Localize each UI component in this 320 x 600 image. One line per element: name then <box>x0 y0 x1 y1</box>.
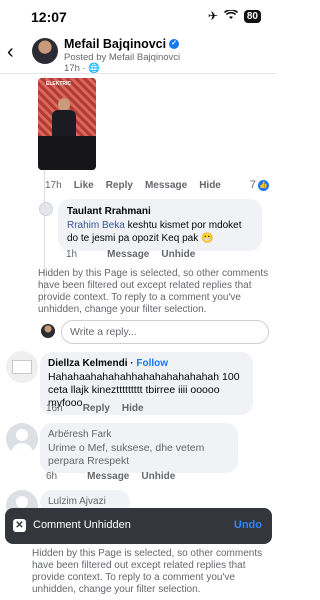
comment-unhidden-toast: ✕ Comment Unhidden Undo <box>5 508 272 544</box>
comment-text: Rrahim Beka keshtu kismet por mdoket do … <box>67 219 253 245</box>
unhide-button[interactable]: Unhide <box>141 471 175 482</box>
commenter-name[interactable]: Lulzim Ajvazi <box>48 495 122 508</box>
filter-notice: Hidden by this Page is selected, so othe… <box>38 268 269 315</box>
comment-actions: 16h Reply Hide <box>46 403 144 414</box>
page-title[interactable]: Mefail Bajqinovci <box>64 37 166 51</box>
status-time: 12:07 <box>31 9 67 25</box>
avatar[interactable] <box>6 351 38 383</box>
posted-by-text: Posted by Mefail Bajqinovci <box>64 52 181 63</box>
reply-button[interactable]: Reply <box>106 180 133 191</box>
comment-actions: 6h Message Unhide <box>46 471 175 482</box>
reply-button[interactable]: Reply <box>83 403 110 414</box>
commenter-name-row: Diellza Kelmendi · Follow <box>48 357 245 370</box>
message-button[interactable]: Message <box>145 180 187 191</box>
comment-body: Urime o Mef, suksese, dhe vetem perpara … <box>48 442 205 467</box>
reply-time: 1h <box>66 249 78 260</box>
avatar[interactable] <box>39 202 53 216</box>
airplane-icon: ✈ <box>207 9 218 23</box>
photo-comment-actions: 17h Like Reply Message Hide <box>45 180 221 191</box>
globe-icon: 🌐 <box>88 63 101 74</box>
page-title-row[interactable]: Mefail Bajqinovci ✓ <box>64 37 180 51</box>
comment-time: 6h <box>46 471 58 482</box>
message-button[interactable]: Message <box>87 471 129 482</box>
avatar[interactable] <box>6 423 38 455</box>
reply-bubble-taulant: Taulant Rrahmani Rrahim Beka keshtu kism… <box>58 199 262 251</box>
hide-button[interactable]: Hide <box>199 180 221 191</box>
undo-button[interactable]: Undo <box>234 519 262 531</box>
post-meta: 17h · 🌐 <box>64 63 100 74</box>
photo-caption: ELEKTRIC <box>46 81 71 87</box>
mention-link[interactable]: Rrahim Beka <box>67 220 125 231</box>
page-avatar[interactable] <box>32 38 58 64</box>
post-time: 17h · <box>64 63 89 74</box>
commenter-name[interactable]: Diellza Kelmendi <box>48 358 127 369</box>
reaction-count-number: 7 <box>249 179 256 191</box>
post-header: ‹ Mefail Bajqinovci ✓ Posted by Mefail B… <box>0 34 277 74</box>
avatar <box>41 324 55 338</box>
avatar-image <box>12 360 32 374</box>
photo-lower-area <box>38 136 96 170</box>
filter-notice: Hidden by this Page is selected, so othe… <box>32 548 263 595</box>
message-button[interactable]: Message <box>107 249 149 260</box>
reply-actions: 1h Message Unhide <box>66 249 195 260</box>
reaction-count[interactable]: 7 👍 <box>250 179 269 191</box>
comment-photo[interactable]: ELEKTRIC <box>38 78 96 170</box>
hide-button[interactable]: Hide <box>122 403 144 414</box>
wifi-icon <box>223 9 238 23</box>
unhide-icon: ✕ <box>13 519 26 532</box>
verified-badge-icon: ✓ <box>169 39 180 49</box>
comment-bubble-arberesh: Arbëresh Fark Urime o Mef, suksese, dhe … <box>40 423 238 473</box>
toast-message: Comment Unhidden <box>33 519 131 531</box>
back-arrow-icon[interactable]: ‹ <box>7 42 23 62</box>
commenter-name[interactable]: Taulant Rrahmani <box>67 205 253 218</box>
like-reaction-icon: 👍 <box>258 179 269 191</box>
unhide-button[interactable]: Unhide <box>161 249 195 260</box>
reply-input[interactable] <box>61 320 269 344</box>
like-button[interactable]: Like <box>74 180 94 191</box>
comment-time: 16h <box>46 403 63 414</box>
battery-indicator: 80 <box>243 9 261 23</box>
follow-button[interactable]: Follow <box>136 358 168 369</box>
status-bar: 12:07 ✈ 80 <box>0 0 277 34</box>
status-icons: ✈ 80 <box>208 9 261 23</box>
comment-time: 17h <box>45 180 62 191</box>
commenter-name[interactable]: Arbëresh Fark <box>48 428 230 441</box>
